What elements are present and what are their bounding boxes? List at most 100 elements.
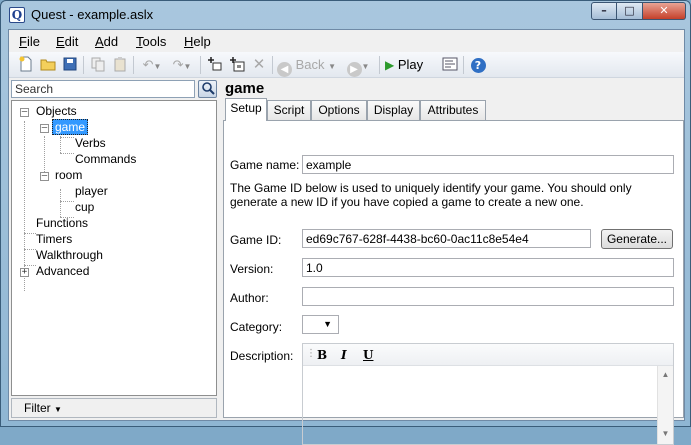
delete-icon[interactable]: ✕ bbox=[250, 56, 268, 74]
add-object-icon[interactable] bbox=[206, 56, 224, 74]
menu-bar: File Edit Add Tools Help bbox=[9, 30, 684, 52]
play-button[interactable]: ▶ Play bbox=[385, 56, 437, 74]
play-icon: ▶ bbox=[385, 58, 395, 72]
game-id-label: Game ID: bbox=[230, 233, 282, 247]
tree-node-player[interactable]: player bbox=[75, 184, 108, 199]
forward-arrow-icon: ▶ bbox=[346, 62, 362, 77]
forward-button[interactable]: ▶ ▼ bbox=[343, 56, 373, 77]
client-area: File Edit Add Tools Help ↶▼ ↷▼ ✕ ◀ Back … bbox=[8, 29, 685, 445]
back-arrow-icon: ◀ bbox=[277, 62, 292, 77]
scroll-down-icon[interactable]: ▼ bbox=[658, 429, 673, 438]
setup-panel: Game name: The Game ID below is used to … bbox=[223, 120, 684, 445]
new-file-icon[interactable] bbox=[17, 56, 35, 74]
back-button[interactable]: ◀ Back ▼ bbox=[277, 56, 337, 77]
description-format-toolbar: ⋮ B I U bbox=[303, 344, 673, 366]
tree-line bbox=[60, 137, 74, 138]
save-icon[interactable] bbox=[61, 56, 79, 74]
tree-node-timers[interactable]: Timers bbox=[36, 232, 72, 247]
tree-node-walkthrough[interactable]: Walkthrough bbox=[36, 248, 103, 263]
tree-line bbox=[44, 136, 45, 176]
toolbar-separator bbox=[83, 56, 84, 74]
generate-button[interactable]: Generate... bbox=[601, 229, 673, 249]
search-input[interactable] bbox=[11, 80, 195, 98]
scroll-up-icon[interactable]: ▲ bbox=[658, 370, 673, 379]
copy-icon[interactable] bbox=[89, 56, 107, 74]
underline-button[interactable]: U bbox=[363, 347, 373, 363]
game-name-label: Game name: bbox=[230, 158, 300, 172]
category-label: Category: bbox=[230, 320, 283, 334]
version-field[interactable] bbox=[302, 258, 674, 277]
description-scrollbar[interactable]: ▲ ▼ bbox=[657, 366, 673, 444]
maximize-button[interactable]: □ bbox=[617, 2, 643, 20]
menu-tools[interactable]: Tools bbox=[136, 34, 166, 49]
filter-label: Filter bbox=[24, 401, 51, 415]
tab-attributes[interactable]: Attributes bbox=[420, 100, 486, 120]
back-label: Back bbox=[295, 57, 325, 72]
tree-line bbox=[24, 233, 36, 234]
object-tree: – Objects – game Verbs Commands – room p… bbox=[11, 100, 217, 396]
author-field[interactable] bbox=[302, 287, 674, 306]
page-title: game bbox=[225, 80, 265, 97]
minimize-button[interactable]: – bbox=[591, 2, 617, 20]
description-label: Description: bbox=[230, 349, 294, 363]
tree-line bbox=[24, 249, 36, 250]
filter-dropdown[interactable]: Filter ▼ bbox=[11, 398, 217, 418]
tree-node-commands[interactable]: Commands bbox=[75, 152, 136, 167]
game-id-field[interactable] bbox=[302, 229, 591, 248]
tab-options[interactable]: Options bbox=[311, 100, 367, 120]
tree-line bbox=[60, 201, 74, 202]
author-label: Author: bbox=[230, 291, 269, 305]
tree-line bbox=[60, 189, 61, 217]
tree-node-room[interactable]: room bbox=[55, 168, 82, 183]
tree-node-game[interactable]: game bbox=[52, 119, 89, 135]
code-view-icon[interactable] bbox=[441, 56, 459, 74]
play-label: Play bbox=[397, 57, 424, 72]
add-room-icon[interactable] bbox=[228, 56, 246, 74]
tree-node-objects[interactable]: Objects bbox=[36, 104, 77, 119]
tree-node-advanced[interactable]: Advanced bbox=[36, 264, 89, 279]
tab-setup[interactable]: Setup bbox=[225, 98, 267, 121]
collapse-room-icon[interactable]: – bbox=[40, 172, 49, 181]
italic-button[interactable]: I bbox=[341, 347, 347, 363]
toolbar-separator bbox=[200, 56, 201, 74]
search-button[interactable] bbox=[198, 80, 217, 98]
expand-advanced-icon[interactable]: + bbox=[20, 268, 29, 277]
toolbar: ↶▼ ↷▼ ✕ ◀ Back ▼ ▶ ▼ ▶ Play ? bbox=[9, 52, 684, 78]
tree-node-cup[interactable]: cup bbox=[75, 200, 94, 215]
quest-app-icon: Q bbox=[9, 7, 25, 23]
chevron-down-icon: ▼ bbox=[54, 405, 62, 414]
category-select[interactable]: ▼ bbox=[302, 315, 339, 334]
tree-node-verbs[interactable]: Verbs bbox=[75, 136, 106, 151]
tab-script[interactable]: Script bbox=[267, 100, 311, 120]
collapse-game-icon[interactable]: – bbox=[40, 124, 49, 133]
version-label: Version: bbox=[230, 262, 274, 276]
game-name-field[interactable] bbox=[302, 155, 674, 174]
open-folder-icon[interactable] bbox=[39, 56, 57, 74]
paste-icon[interactable] bbox=[111, 56, 129, 74]
toolbar-separator bbox=[272, 56, 273, 74]
bold-button[interactable]: B bbox=[317, 347, 327, 363]
game-id-help-text: The Game ID below is used to uniquely id… bbox=[230, 181, 632, 209]
object-tree-pane: – Objects – game Verbs Commands – room p… bbox=[11, 80, 217, 418]
menu-add[interactable]: Add bbox=[95, 34, 118, 49]
collapse-objects-icon[interactable]: – bbox=[20, 108, 29, 117]
tree-line bbox=[60, 153, 74, 154]
app-window: Q Quest - example.aslx – □ ✕ File Edit A… bbox=[0, 0, 691, 445]
description-editor[interactable]: ⋮ B I U ▲ ▼ bbox=[302, 343, 674, 445]
redo-icon[interactable]: ↷▼ bbox=[169, 56, 195, 74]
magnifier-icon bbox=[201, 82, 215, 95]
undo-icon[interactable]: ↶▼ bbox=[139, 56, 165, 74]
toolbar-separator bbox=[379, 56, 380, 74]
close-window-button[interactable]: ✕ bbox=[643, 2, 686, 20]
toolbar-separator bbox=[133, 56, 134, 74]
chevron-down-icon: ▼ bbox=[323, 319, 332, 329]
window-title: Quest - example.aslx bbox=[31, 7, 154, 22]
help-icon[interactable]: ? bbox=[469, 56, 487, 74]
menu-edit[interactable]: Edit bbox=[56, 34, 78, 49]
tree-node-functions[interactable]: Functions bbox=[36, 216, 88, 231]
tab-display[interactable]: Display bbox=[367, 100, 420, 120]
toolbar-separator bbox=[463, 56, 464, 74]
menu-help[interactable]: Help bbox=[184, 34, 211, 49]
menu-file[interactable]: File bbox=[19, 34, 40, 49]
title-bar: Q Quest - example.aslx – □ ✕ bbox=[1, 1, 690, 29]
